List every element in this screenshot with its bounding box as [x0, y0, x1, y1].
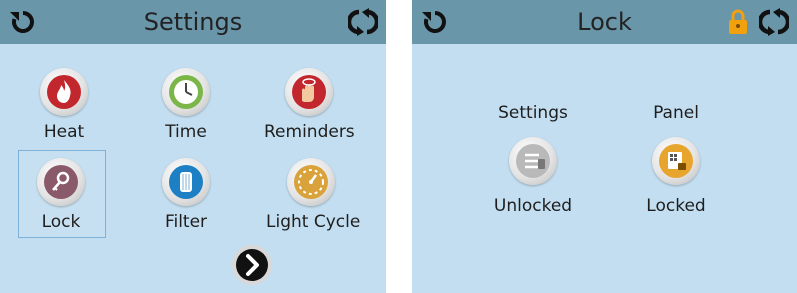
- refresh-icon[interactable]: [348, 8, 378, 36]
- filter-tile[interactable]: Filter: [141, 158, 231, 232]
- tile-label: Reminders: [264, 122, 355, 142]
- tile-label: Light Cycle: [266, 212, 361, 232]
- tile-label: Lock: [41, 212, 81, 232]
- panel-lock-icon: [659, 144, 693, 178]
- settings-lock-status: Unlocked: [493, 196, 573, 216]
- panel-lock-heading: Panel: [653, 103, 699, 123]
- clock-icon: [162, 68, 210, 116]
- settings-lock-button[interactable]: [509, 137, 557, 185]
- page-title: Settings: [143, 8, 243, 36]
- refresh-icon[interactable]: [759, 8, 789, 36]
- tile-label: Heat: [43, 122, 85, 142]
- heat-tile[interactable]: Heat: [19, 68, 109, 142]
- settings-screen: Settings Heat Time Reminders Lock Filter…: [0, 0, 386, 293]
- key-icon: [37, 158, 85, 206]
- hand-reminder-icon: [285, 68, 333, 116]
- panel-lock-button[interactable]: [652, 137, 700, 185]
- panel-lock-status: Locked: [646, 196, 706, 216]
- filter-icon: [162, 158, 210, 206]
- time-tile[interactable]: Time: [141, 68, 231, 142]
- settings-header: Settings: [0, 0, 386, 44]
- lock-header: Lock: [412, 0, 797, 44]
- padlock-icon: [729, 9, 747, 34]
- next-arrow-icon[interactable]: [231, 244, 273, 286]
- light-cycle-icon: [287, 158, 335, 206]
- settings-lock-heading: Settings: [498, 103, 568, 123]
- settings-list-icon: [516, 144, 550, 178]
- lock-tile[interactable]: Lock: [16, 158, 106, 232]
- light-cycle-tile[interactable]: Light Cycle: [266, 158, 361, 232]
- flame-icon: [40, 68, 88, 116]
- lock-screen: Lock Settings Unlocked Panel Locked: [412, 0, 797, 293]
- reminders-tile[interactable]: Reminders: [264, 68, 355, 142]
- tile-label: Filter: [164, 212, 208, 232]
- tile-label: Time: [165, 122, 207, 142]
